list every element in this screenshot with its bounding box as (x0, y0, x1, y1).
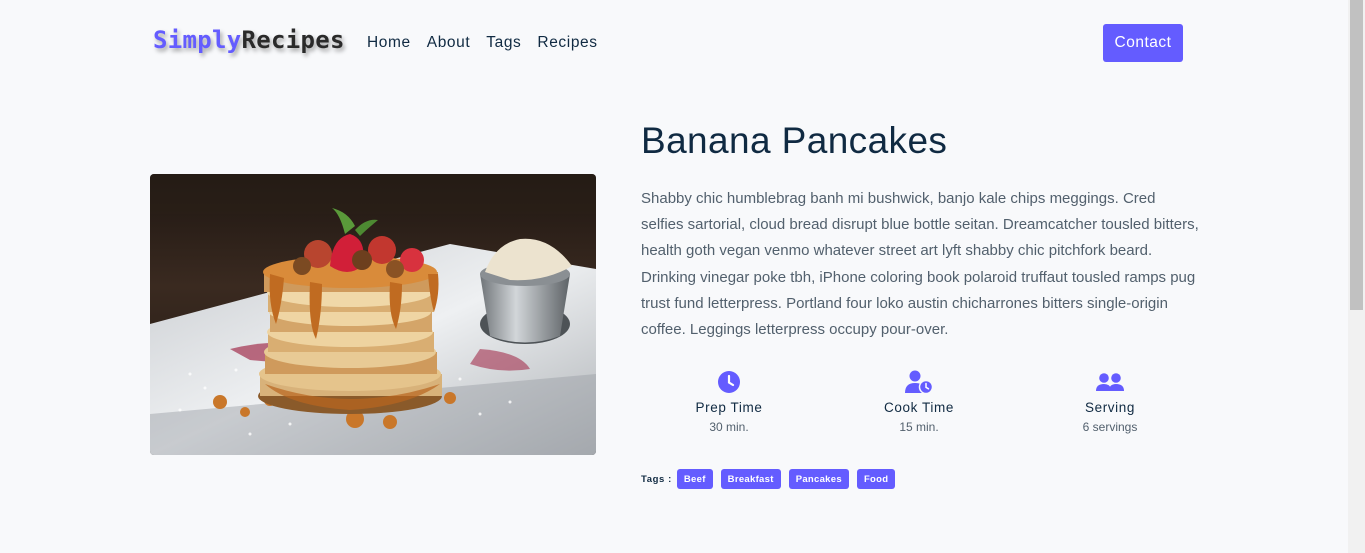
recipe-description: Shabby chic humblebrag banh mi bushwick,… (641, 190, 1199, 339)
recipe-stats: Prep Time 30 min. Cook Time 15 min. Serv… (641, 370, 1201, 440)
vertical-scrollbar[interactable] (1348, 0, 1365, 553)
pancake-stack-image (150, 174, 596, 455)
stat-label: Cook Time (884, 400, 954, 415)
tag-breakfast[interactable]: Breakfast (720, 469, 781, 489)
stat-cook-time: Cook Time 15 min. (849, 370, 989, 434)
brand-logo[interactable]: SimplyRecipes (153, 26, 345, 54)
nav-links: Home About Tags Recipes (367, 34, 614, 52)
stat-serving: Serving 6 servings (1040, 370, 1180, 434)
stat-value: 15 min. (899, 420, 939, 434)
recipe-image (150, 174, 596, 455)
contact-button[interactable]: Contact (1103, 24, 1183, 62)
tag-pancakes[interactable]: Pancakes (788, 469, 849, 489)
nav-link-recipes[interactable]: Recipes (537, 34, 597, 52)
users-icon (1040, 370, 1180, 396)
page: SimplyRecipes Home About Tags Recipes Co… (0, 0, 1348, 553)
stat-prep-time: Prep Time 30 min. (659, 370, 799, 434)
nav-link-tags[interactable]: Tags (486, 34, 521, 52)
recipe-tags: Tags : Beef Breakfast Pancakes Food (641, 469, 903, 489)
navbar: SimplyRecipes Home About Tags Recipes Co… (150, 24, 1183, 62)
brand-part-recipes: Recipes (241, 26, 345, 54)
nav-link-about[interactable]: About (427, 34, 471, 52)
user-clock-icon (849, 370, 989, 396)
scrollbar-thumb[interactable] (1350, 0, 1363, 310)
tag-food[interactable]: Food (856, 469, 896, 489)
clock-icon (659, 370, 799, 396)
tags-label: Tags : (641, 473, 672, 485)
recipe-title: Banana Pancakes (641, 120, 948, 161)
stat-label: Prep Time (695, 400, 763, 415)
stat-value: 30 min. (709, 420, 749, 434)
stat-label: Serving (1085, 400, 1135, 415)
stat-value: 6 servings (1082, 420, 1138, 434)
tag-beef[interactable]: Beef (676, 469, 713, 489)
brand-part-simply: Simply (153, 26, 242, 54)
nav-link-home[interactable]: Home (367, 34, 411, 52)
